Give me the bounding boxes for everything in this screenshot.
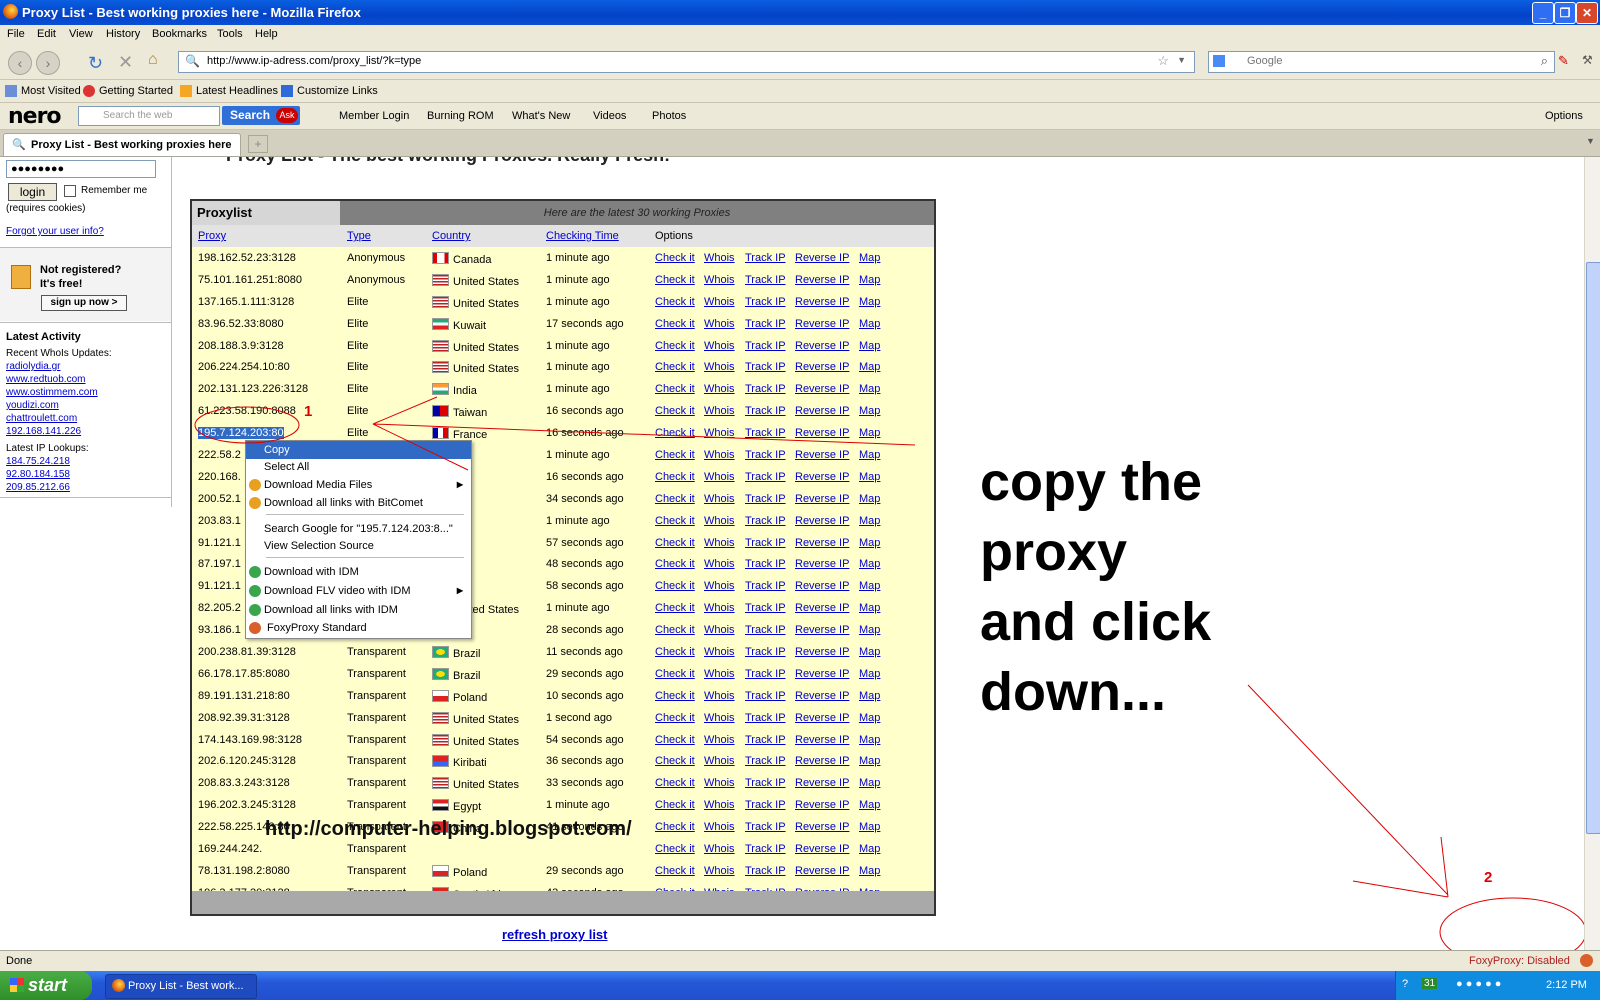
- menu-file[interactable]: File: [7, 28, 25, 40]
- addon2-icon[interactable]: ⚒: [1582, 53, 1593, 67]
- nero-search-placeholder: Search the web: [103, 110, 173, 121]
- menu-view[interactable]: View: [69, 28, 93, 40]
- search-icon[interactable]: ⌕: [1541, 53, 1548, 69]
- reload-icon[interactable]: ↻: [88, 53, 103, 74]
- bookmark-getting-started[interactable]: Getting Started: [83, 85, 173, 98]
- foxyproxy-icon[interactable]: [1580, 954, 1593, 967]
- url-input[interactable]: [205, 54, 1129, 68]
- scrollbar-thumb[interactable]: [1586, 262, 1600, 834]
- forward-button[interactable]: ›: [36, 51, 60, 75]
- firefox-bookmark-icon: [83, 85, 95, 98]
- annotation-line: [372, 396, 438, 425]
- back-button[interactable]: ‹: [8, 51, 32, 75]
- nero-whats-new[interactable]: What's New: [512, 110, 570, 122]
- addon-icon[interactable]: ✎: [1558, 53, 1569, 69]
- clock: 2:12 PM: [1546, 979, 1587, 991]
- annotation-overlay: [194, 396, 1584, 950]
- nero-photos[interactable]: Photos: [652, 110, 686, 122]
- navigation-toolbar: ‹ › ↻ ✕ ⌂ 🔍 ☆ ▼ ⌕ ✎ ⚒: [0, 45, 1600, 80]
- nero-videos[interactable]: Videos: [593, 110, 626, 122]
- windows-taskbar: start Proxy List - Best work... 31 ? ● ●…: [0, 971, 1600, 1000]
- bookmarks-toolbar: Most Visited Getting Started Latest Head…: [0, 80, 1600, 103]
- nero-burning-rom[interactable]: Burning ROM: [427, 110, 494, 122]
- home-icon[interactable]: ⌂: [148, 51, 158, 69]
- calendar-tray-icon[interactable]: 31: [1422, 978, 1438, 989]
- menu-bar: File Edit View History Bookmarks Tools H…: [0, 25, 1600, 45]
- minimize-button[interactable]: _: [1532, 2, 1554, 24]
- stop-icon[interactable]: ✕: [118, 52, 133, 73]
- close-button[interactable]: ✕: [1576, 2, 1598, 24]
- page-content: Proxy List - The best working Proxies. R…: [0, 157, 1584, 950]
- firefox-icon: [112, 979, 125, 992]
- annotation-arrow: [1352, 880, 1449, 898]
- menu-tools[interactable]: Tools: [217, 28, 243, 40]
- status-bar: Done FoxyProxy: Disabled: [0, 950, 1600, 972]
- firefox-icon: [3, 4, 18, 19]
- nero-options[interactable]: Options: [1545, 110, 1583, 122]
- highlight-circle: [1439, 897, 1584, 950]
- foxyproxy-status[interactable]: FoxyProxy: Disabled: [1469, 955, 1570, 967]
- tab-list-icon[interactable]: ▼: [1586, 136, 1595, 146]
- annotation-arrow: [1440, 836, 1449, 898]
- highlight-circle: [194, 406, 300, 444]
- url-dropdown-icon[interactable]: ▼: [1177, 55, 1186, 65]
- maximize-button[interactable]: ❐: [1554, 2, 1576, 24]
- bookmark-icon: [5, 85, 17, 98]
- taskbar-firefox-item[interactable]: Proxy List - Best work...: [105, 974, 257, 999]
- system-tray: 31 ? ● ● ● ● ● 2:12 PM: [1395, 971, 1600, 1000]
- nero-search-box[interactable]: Search the web: [78, 106, 220, 126]
- help-tray-icon[interactable]: ?: [1402, 978, 1408, 990]
- nero-toolbar: nero Search the web Search Ask Member Lo…: [0, 103, 1600, 130]
- window-title: Proxy List - Best working proxies here -…: [22, 5, 361, 20]
- google-icon[interactable]: [1213, 55, 1225, 67]
- annotation-line: [372, 423, 469, 471]
- nero-logo: nero: [8, 104, 62, 129]
- menu-help[interactable]: Help: [255, 28, 278, 40]
- annotation-arrow: [1247, 684, 1449, 896]
- vertical-scrollbar[interactable]: [1584, 157, 1600, 950]
- menu-bookmarks[interactable]: Bookmarks: [152, 28, 207, 40]
- tab-title: Proxy List - Best working proxies here: [31, 139, 232, 151]
- bookmark-icon: [281, 85, 293, 98]
- url-bar[interactable]: 🔍 ☆ ▼: [178, 51, 1195, 73]
- ask-logo: Ask: [276, 108, 298, 123]
- nero-member-login[interactable]: Member Login: [339, 110, 409, 122]
- tab-bar: 🔍 Proxy List - Best working proxies here…: [0, 130, 1600, 157]
- windows-logo-icon: [10, 978, 24, 992]
- bookmark-latest-headlines[interactable]: Latest Headlines: [180, 85, 278, 98]
- tray-icons[interactable]: ● ● ● ● ●: [1456, 978, 1501, 990]
- site-identity-icon: 🔍: [185, 54, 200, 68]
- annotation-line: [372, 423, 916, 446]
- search-input[interactable]: [1245, 54, 1519, 68]
- search-bar[interactable]: ⌕: [1208, 51, 1555, 73]
- status-text: Done: [6, 955, 33, 967]
- bookmark-most-visited[interactable]: Most Visited: [5, 85, 81, 98]
- menu-history[interactable]: History: [106, 28, 140, 40]
- star-icon[interactable]: ☆: [1157, 53, 1169, 69]
- window-title-bar: Proxy List - Best working proxies here -…: [0, 0, 1600, 25]
- tab-proxy-list[interactable]: 🔍 Proxy List - Best working proxies here: [3, 133, 241, 156]
- bookmark-customize-links[interactable]: Customize Links: [281, 85, 378, 98]
- rss-icon: [180, 85, 192, 98]
- menu-edit[interactable]: Edit: [37, 28, 56, 40]
- tab-favicon: 🔍: [12, 139, 26, 151]
- new-tab-button[interactable]: +: [248, 135, 268, 153]
